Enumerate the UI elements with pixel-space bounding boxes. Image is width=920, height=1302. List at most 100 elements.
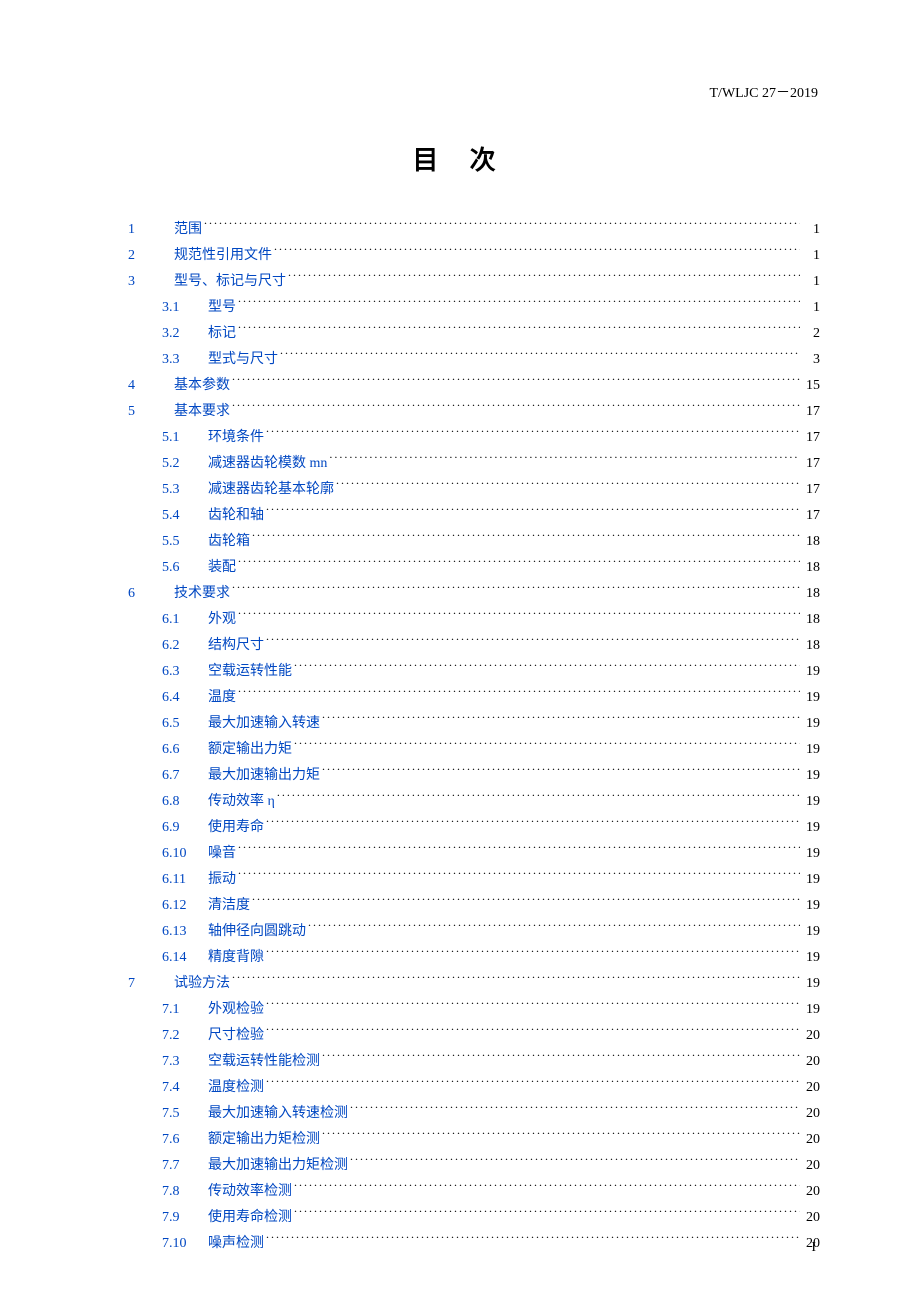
toc-leader xyxy=(336,477,800,493)
toc-entry[interactable]: 5.5齿轮箱18 xyxy=(128,529,820,555)
toc-entry[interactable]: 6.5最大加速输入转速19 xyxy=(128,711,820,737)
toc-leader xyxy=(266,815,800,831)
toc-entry[interactable]: 6.14精度背隙19 xyxy=(128,945,820,971)
toc-leader xyxy=(266,1075,800,1091)
toc-entry[interactable]: 6.13轴伸径向圆跳动19 xyxy=(128,919,820,945)
toc-entry[interactable]: 6.10噪音19 xyxy=(128,841,820,867)
toc-leader xyxy=(350,1101,800,1117)
toc-entry[interactable]: 4基本参数15 xyxy=(128,373,820,399)
toc-entry[interactable]: 7.8传动效率检测20 xyxy=(128,1179,820,1205)
toc-page: 19 xyxy=(802,919,820,945)
toc-entry[interactable]: 7.7最大加速输出力矩检测20 xyxy=(128,1153,820,1179)
toc-entry[interactable]: 6.11振动19 xyxy=(128,867,820,893)
toc-leader xyxy=(232,581,800,597)
toc-entry[interactable]: 6.4温度19 xyxy=(128,685,820,711)
toc-entry[interactable]: 7.5最大加速输入转速检测20 xyxy=(128,1101,820,1127)
toc-entry[interactable]: 1范围1 xyxy=(128,217,820,243)
toc-number: 7.10 xyxy=(162,1231,208,1257)
toc-entry[interactable]: 6.2结构尺寸18 xyxy=(128,633,820,659)
toc-entry[interactable]: 6.12清洁度19 xyxy=(128,893,820,919)
toc-entry[interactable]: 7试验方法19 xyxy=(128,971,820,997)
toc-label: 最大加速输入转速 xyxy=(208,711,320,737)
toc-label: 空载运转性能检测 xyxy=(208,1049,320,1075)
toc-leader xyxy=(294,1205,800,1221)
toc-number: 6.3 xyxy=(162,659,208,685)
toc-entry[interactable]: 3.3型式与尺寸3 xyxy=(128,347,820,373)
toc-label: 环境条件 xyxy=(208,425,264,451)
toc-label: 型号 xyxy=(208,295,236,321)
toc-entry[interactable]: 5.6装配18 xyxy=(128,555,820,581)
toc-entry[interactable]: 5.3减速器齿轮基本轮廓17 xyxy=(128,477,820,503)
toc-leader xyxy=(252,893,800,909)
toc-entry[interactable]: 7.9使用寿命检测20 xyxy=(128,1205,820,1231)
toc-page: 17 xyxy=(802,425,820,451)
document-id: T/WLJC 27－2019 xyxy=(710,82,819,102)
toc-label: 基本参数 xyxy=(174,373,230,399)
toc-entry[interactable]: 6技术要求18 xyxy=(128,581,820,607)
toc-number: 6.6 xyxy=(162,737,208,763)
toc-label: 使用寿命 xyxy=(208,815,264,841)
toc-entry[interactable]: 7.6额定输出力矩检测20 xyxy=(128,1127,820,1153)
toc-number: 6.11 xyxy=(162,867,208,893)
toc-entry[interactable]: 6.1外观18 xyxy=(128,607,820,633)
toc-entry[interactable]: 6.9使用寿命19 xyxy=(128,815,820,841)
toc-entry[interactable]: 7.2尺寸检验20 xyxy=(128,1023,820,1049)
toc-page: 19 xyxy=(802,893,820,919)
toc-number: 7.6 xyxy=(162,1127,208,1153)
toc-leader xyxy=(238,607,800,623)
table-of-contents: 1范围12规范性引用文件13型号、标记与尺寸13.1型号13.2标记23.3型式… xyxy=(128,217,820,1257)
toc-number: 6.4 xyxy=(162,685,208,711)
toc-page: 19 xyxy=(802,763,820,789)
toc-number: 1 xyxy=(128,217,174,243)
toc-page: 19 xyxy=(802,997,820,1023)
toc-page: 17 xyxy=(802,503,820,529)
toc-leader xyxy=(266,425,800,441)
toc-page: 20 xyxy=(802,1101,820,1127)
toc-entry[interactable]: 5.2减速器齿轮模数 mn 17 xyxy=(128,451,820,477)
toc-number: 5.2 xyxy=(162,451,208,477)
toc-leader xyxy=(238,685,800,701)
toc-entry[interactable]: 3.1型号1 xyxy=(128,295,820,321)
toc-label: 范围 xyxy=(174,217,202,243)
toc-label: 噪声检测 xyxy=(208,1231,264,1257)
toc-number: 3.3 xyxy=(162,347,208,373)
toc-entry[interactable]: 7.4温度检测20 xyxy=(128,1075,820,1101)
toc-entry[interactable]: 5.4齿轮和轴17 xyxy=(128,503,820,529)
toc-page: 17 xyxy=(802,451,820,477)
toc-entry[interactable]: 3.2标记2 xyxy=(128,321,820,347)
toc-entry[interactable]: 6.3空载运转性能19 xyxy=(128,659,820,685)
toc-page: 20 xyxy=(802,1179,820,1205)
toc-page: 19 xyxy=(802,945,820,971)
toc-entry[interactable]: 7.1外观检验19 xyxy=(128,997,820,1023)
toc-entry[interactable]: 2规范性引用文件1 xyxy=(128,243,820,269)
toc-entry[interactable]: 6.7最大加速输出力矩19 xyxy=(128,763,820,789)
toc-leader xyxy=(294,659,800,675)
toc-label: 空载运转性能 xyxy=(208,659,292,685)
toc-leader xyxy=(322,1049,800,1065)
toc-number: 3 xyxy=(128,269,174,295)
toc-entry[interactable]: 3型号、标记与尺寸1 xyxy=(128,269,820,295)
toc-leader xyxy=(266,1231,800,1247)
toc-number: 5.3 xyxy=(162,477,208,503)
toc-leader xyxy=(266,633,800,649)
toc-label: 规范性引用文件 xyxy=(174,243,272,269)
toc-number: 7.9 xyxy=(162,1205,208,1231)
toc-label: 试验方法 xyxy=(174,971,230,997)
toc-label: 减速器齿轮模数 mn xyxy=(208,451,327,477)
toc-number: 6.10 xyxy=(162,841,208,867)
toc-entry[interactable]: 6.6额定输出力矩19 xyxy=(128,737,820,763)
toc-page: 19 xyxy=(802,971,820,997)
toc-label: 齿轮箱 xyxy=(208,529,250,555)
toc-entry[interactable]: 5.1环境条件17 xyxy=(128,425,820,451)
toc-page: 20 xyxy=(802,1049,820,1075)
toc-label: 结构尺寸 xyxy=(208,633,264,659)
toc-label: 外观 xyxy=(208,607,236,633)
toc-entry[interactable]: 6.8传动效率 η19 xyxy=(128,789,820,815)
toc-entry[interactable]: 7.3空载运转性能检测20 xyxy=(128,1049,820,1075)
toc-number: 7.8 xyxy=(162,1179,208,1205)
toc-number: 3.1 xyxy=(162,295,208,321)
toc-entry[interactable]: 5基本要求17 xyxy=(128,399,820,425)
toc-entry[interactable]: 7.10噪声检测20 xyxy=(128,1231,820,1257)
toc-number: 7.7 xyxy=(162,1153,208,1179)
toc-label: 额定输出力矩检测 xyxy=(208,1127,320,1153)
